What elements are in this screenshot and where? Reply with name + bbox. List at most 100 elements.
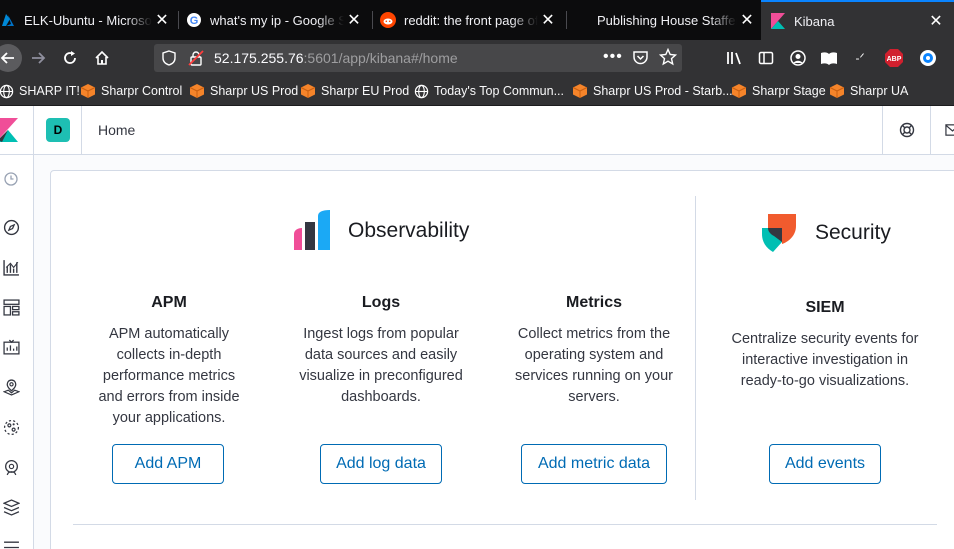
logs-icon[interactable] (1, 497, 21, 517)
solution-siem: SIEM Centralize security events for inte… (720, 299, 930, 392)
pocket-icon[interactable] (632, 49, 649, 71)
adblock-icon: ABP (885, 49, 903, 67)
shield-icon[interactable] (162, 50, 176, 71)
solution-description: Collect metrics from the operating syste… (515, 326, 673, 405)
bookmark-sharpr-eu-prod[interactable]: Sharpr EU Prod (300, 83, 409, 99)
solution-apm: APM APM automatically collects in-depth … (90, 294, 248, 429)
bookmark-label: Sharpr US Prod - Starb... (593, 84, 733, 98)
reader-button[interactable] (815, 44, 843, 72)
bookmark-sharpr-stage[interactable]: Sharpr Stage (731, 83, 826, 99)
close-tab-icon[interactable]: ✕ (926, 11, 946, 31)
sharpr-cube-icon (731, 83, 747, 99)
extension-button[interactable]: -ᐟ (846, 44, 874, 72)
bookmark-sharpr-ua[interactable]: Sharpr UA (829, 83, 908, 99)
bookmark-label: Sharpr Control (101, 84, 183, 98)
ml-icon[interactable] (1, 417, 21, 437)
tab-publishing-house[interactable]: Publishing House Staffers ✕ (597, 0, 757, 40)
bookmark-sharpr-control[interactable]: Sharpr Control (80, 83, 182, 99)
tab-title: Kibana (794, 13, 835, 29)
mail-icon (945, 124, 954, 136)
panel-divider (73, 524, 937, 525)
url-text[interactable]: 52.175.255.76:5601/app/kibana#/home (214, 50, 458, 66)
tab-reddit[interactable]: reddit: the front page of the internet ✕ (380, 0, 558, 40)
insecure-lock-icon[interactable] (188, 50, 204, 71)
discover-compass-icon[interactable] (1, 217, 21, 237)
solution-logs: Logs Ingest logs from popular data sourc… (299, 294, 463, 408)
url-path: :5601/app/kibana#/home (303, 50, 458, 66)
reader-icon (821, 52, 837, 65)
newsfeed-button[interactable] (930, 106, 954, 154)
infrastructure-icon[interactable] (1, 457, 21, 477)
library-icon (727, 52, 741, 65)
observability-title: Observability (348, 219, 470, 242)
sharpr-cube-icon (300, 83, 316, 99)
home-button[interactable] (88, 44, 116, 72)
solution-title: APM (151, 294, 187, 311)
kibana-header: D Home (0, 106, 954, 155)
browser-nav-bar: 52.175.255.76:5601/app/kibana#/home ••• … (0, 40, 954, 76)
reload-button[interactable] (56, 44, 84, 72)
azure-icon (0, 12, 16, 28)
bookmark-todays-top-communities[interactable]: Today's Top Commun... (413, 83, 564, 99)
close-tab-icon[interactable]: ✕ (344, 10, 364, 30)
solution-title: SIEM (805, 299, 845, 316)
bookmark-sharpr-us-prod-starbucks[interactable]: Sharpr US Prod - Starb... (572, 83, 733, 99)
dashboard-icon[interactable] (1, 297, 21, 317)
bookmark-sharp-it[interactable]: SHARP IT! (0, 83, 80, 99)
side-nav (0, 155, 34, 549)
visualize-chart-icon[interactable] (1, 257, 21, 277)
maps-icon[interactable] (1, 377, 21, 397)
recently-viewed-clock-icon[interactable] (1, 169, 21, 189)
section-divider (695, 196, 696, 500)
add-events-button[interactable]: Add events (769, 444, 881, 484)
bookmark-sharpr-us-prod[interactable]: Sharpr US Prod (189, 83, 298, 99)
library-button[interactable] (721, 44, 749, 72)
security-heading: Security (762, 212, 891, 254)
kibana-logo-icon (0, 118, 18, 142)
tab-title: reddit: the front page of the internet (404, 12, 538, 28)
canvas-icon[interactable] (1, 337, 21, 357)
add-apm-button[interactable]: Add APM (112, 444, 224, 484)
help-lifebuoy-icon (899, 122, 914, 138)
add-log-data-button[interactable]: Add log data (320, 444, 442, 484)
arrow-left-icon (0, 52, 14, 64)
tab-elk-ubuntu[interactable]: ELK-Ubuntu - Microsoft Azure ✕ (0, 0, 172, 40)
extension-icon: -ᐟ (855, 51, 865, 65)
bookmark-label: SHARP IT! (19, 84, 80, 98)
add-metric-data-button[interactable]: Add metric data (521, 444, 667, 484)
tab-google-search[interactable]: G what's my ip - Google Search ✕ (186, 0, 364, 40)
adblock-button[interactable]: ABP (880, 44, 908, 72)
solution-title: Logs (361, 294, 401, 311)
close-tab-icon[interactable]: ✕ (737, 10, 757, 30)
bookmark-label: Today's Top Commun... (434, 84, 564, 98)
url-bar[interactable]: 52.175.255.76:5601/app/kibana#/home ••• (154, 44, 682, 72)
help-button[interactable] (882, 106, 930, 154)
sidebar-icon (758, 51, 774, 65)
bookmark-label: Sharpr Stage (752, 84, 826, 98)
bookmark-star-icon[interactable] (658, 47, 678, 71)
space-avatar[interactable]: D (46, 118, 70, 142)
svg-text:G: G (190, 15, 199, 27)
account-button[interactable] (784, 44, 812, 72)
solution-metrics: Metrics Collect metrics from the operati… (512, 294, 676, 408)
solution-description: Ingest logs from popular data sources an… (299, 326, 463, 405)
bookmark-label: Sharpr US Prod (210, 84, 299, 98)
tab-title: ELK-Ubuntu - Microsoft Azure (24, 12, 152, 28)
close-tab-icon[interactable]: ✕ (152, 10, 172, 30)
solution-description: Centralize security events for interacti… (731, 331, 919, 389)
close-tab-icon[interactable]: ✕ (538, 10, 558, 30)
page-actions-icon[interactable]: ••• (603, 48, 623, 66)
kibana-logo-button[interactable] (0, 106, 34, 154)
tab-kibana[interactable]: Kibana ✕ (761, 0, 954, 40)
reddit-icon (380, 12, 396, 28)
solution-title: Metrics (565, 294, 623, 311)
apm-icon[interactable] (1, 537, 21, 549)
extension-2-button[interactable] (914, 44, 942, 72)
forward-button[interactable] (24, 44, 52, 72)
extension-2-icon (920, 50, 936, 66)
sharpr-cube-icon (572, 83, 588, 99)
tab-title: Publishing House Staffers (597, 12, 737, 28)
solution-description: APM automatically collects in-depth perf… (98, 326, 240, 426)
sidebar-button[interactable] (752, 44, 780, 72)
back-button[interactable] (0, 44, 22, 72)
